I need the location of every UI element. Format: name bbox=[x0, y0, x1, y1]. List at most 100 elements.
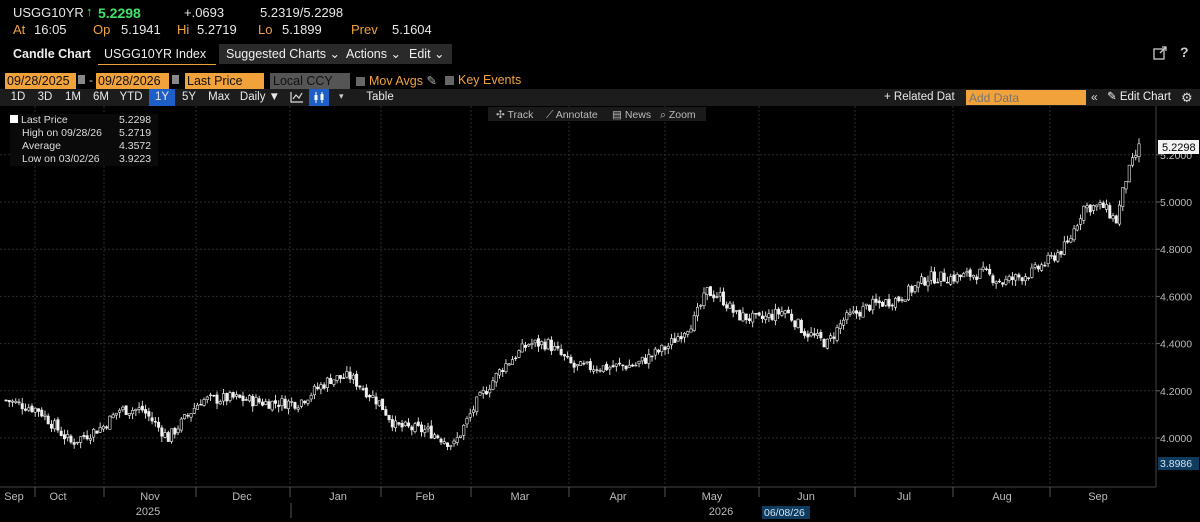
candle-up bbox=[507, 363, 511, 366]
candle-up bbox=[1079, 218, 1083, 225]
collapse-icon[interactable]: « bbox=[1091, 89, 1098, 106]
candle-down bbox=[316, 386, 320, 390]
period-5y[interactable]: 5Y bbox=[177, 89, 201, 106]
candle-down bbox=[1010, 276, 1014, 280]
candle-up bbox=[695, 306, 699, 317]
candle-up bbox=[773, 308, 777, 321]
candle-down bbox=[559, 349, 563, 355]
frequency-selector[interactable]: Daily ▼ bbox=[237, 89, 283, 106]
candle-down bbox=[595, 369, 599, 371]
candle-up bbox=[741, 312, 745, 322]
table-button[interactable]: Table bbox=[355, 89, 405, 106]
candle-up bbox=[442, 441, 446, 444]
candle-down bbox=[673, 338, 677, 343]
month-label: Aug bbox=[992, 491, 1012, 503]
candle-down bbox=[822, 338, 826, 348]
candle-chart[interactable]: 4.00004.20004.40004.60004.80005.00005.20… bbox=[0, 106, 1200, 522]
period-1m[interactable]: 1M bbox=[60, 89, 86, 106]
security-field[interactable]: USGG10YR Index bbox=[98, 45, 216, 65]
candle-up bbox=[1105, 204, 1109, 210]
candle-up bbox=[864, 303, 868, 306]
period-1d[interactable]: 1D bbox=[6, 89, 30, 106]
candle-down bbox=[975, 276, 979, 280]
related-data-button[interactable]: + Related Dat bbox=[884, 89, 962, 106]
candle-up bbox=[1124, 181, 1128, 190]
field-selector[interactable]: Last Price bbox=[185, 73, 264, 89]
suggested-charts-button[interactable]: Suggested Charts ⌄ bbox=[219, 44, 348, 64]
candle-down bbox=[1027, 277, 1031, 279]
candle-up bbox=[111, 414, 115, 418]
month-label: Oct bbox=[49, 491, 66, 503]
annotate-tool[interactable]: ⟋ Annotate bbox=[546, 109, 598, 121]
candle-down bbox=[105, 426, 109, 429]
period-max[interactable]: Max bbox=[204, 89, 234, 106]
calendar-icon[interactable] bbox=[78, 75, 85, 84]
candle-down bbox=[1017, 274, 1021, 278]
candle-up bbox=[332, 379, 336, 385]
candle-down bbox=[147, 411, 151, 417]
candle-up bbox=[1072, 228, 1076, 241]
candle-down bbox=[650, 355, 654, 358]
zoom-tool[interactable]: ⌕ Zoom bbox=[660, 109, 696, 121]
candle-down bbox=[277, 404, 281, 407]
export-icon[interactable] bbox=[1153, 46, 1167, 63]
candle-up bbox=[127, 413, 131, 416]
month-label: Jan bbox=[329, 491, 347, 503]
candle-up bbox=[916, 281, 920, 288]
actions-button[interactable]: Actions ⌄ bbox=[339, 44, 408, 64]
edit-button[interactable]: Edit ⌄ bbox=[402, 44, 452, 64]
last-price-tag: 5.2298 bbox=[1158, 140, 1199, 154]
period-1y[interactable]: 1Y bbox=[149, 89, 175, 106]
candle-down bbox=[82, 435, 86, 437]
end-date-field[interactable]: 09/28/2026 bbox=[96, 73, 169, 89]
candle-up bbox=[458, 435, 462, 438]
candle-down bbox=[621, 364, 625, 367]
month-label: Jul bbox=[897, 491, 911, 503]
candle-type-icon[interactable] bbox=[309, 89, 329, 106]
key-events-toggle[interactable]: Key Events bbox=[445, 73, 521, 87]
candle-chart-title: Candle Chart bbox=[13, 47, 91, 61]
candle-up bbox=[533, 339, 537, 344]
edit-chart-button[interactable]: ✎ Edit Chart bbox=[1107, 89, 1171, 106]
candle-down bbox=[420, 424, 424, 433]
line-chart-icon[interactable] bbox=[290, 91, 304, 106]
period-6m[interactable]: 6M bbox=[88, 89, 114, 106]
candle-down bbox=[855, 310, 859, 314]
candle-up bbox=[592, 369, 596, 372]
help-icon[interactable]: ? bbox=[1180, 44, 1189, 60]
start-date-field[interactable]: 09/28/2025 bbox=[5, 73, 76, 89]
candle-down bbox=[361, 388, 365, 390]
candle-up bbox=[189, 413, 193, 418]
open-value: 5.1941 bbox=[121, 22, 161, 37]
candle-down bbox=[819, 332, 823, 339]
candle-up bbox=[764, 315, 768, 320]
candle-down bbox=[1101, 202, 1105, 208]
candle-down bbox=[358, 385, 362, 388]
candle-down bbox=[991, 275, 995, 283]
calendar-icon[interactable] bbox=[172, 75, 179, 84]
candle-down bbox=[858, 312, 862, 317]
gear-icon[interactable]: ⚙ bbox=[1181, 89, 1193, 106]
candle-down bbox=[157, 421, 161, 428]
candle-up bbox=[575, 364, 579, 367]
candle-up bbox=[962, 273, 966, 278]
candle-down bbox=[23, 408, 27, 411]
candle-up bbox=[939, 271, 943, 282]
pencil-icon: ✎ bbox=[426, 74, 437, 88]
candle-up bbox=[1075, 225, 1079, 231]
y-tick-label: 4.0000 bbox=[1160, 433, 1192, 445]
ticker[interactable]: USGG10YR bbox=[13, 5, 84, 20]
candle-down bbox=[72, 442, 76, 445]
candle-down bbox=[1108, 205, 1112, 219]
period-ytd[interactable]: YTD bbox=[116, 89, 146, 106]
candle-down bbox=[283, 398, 287, 409]
currency-selector[interactable]: Local CCY bbox=[270, 73, 350, 89]
period-3d[interactable]: 3D bbox=[33, 89, 57, 106]
news-tool[interactable]: ▤ News bbox=[612, 109, 651, 121]
track-tool[interactable]: ✣ Track bbox=[496, 109, 534, 121]
y-tick-label: 5.0000 bbox=[1160, 197, 1192, 209]
add-data-input[interactable] bbox=[966, 90, 1086, 105]
candle-up bbox=[497, 369, 501, 376]
chart-type-dropdown-icon[interactable]: ▾ bbox=[339, 91, 344, 102]
mov-avgs-toggle[interactable]: Mov Avgs ✎ bbox=[356, 73, 437, 88]
